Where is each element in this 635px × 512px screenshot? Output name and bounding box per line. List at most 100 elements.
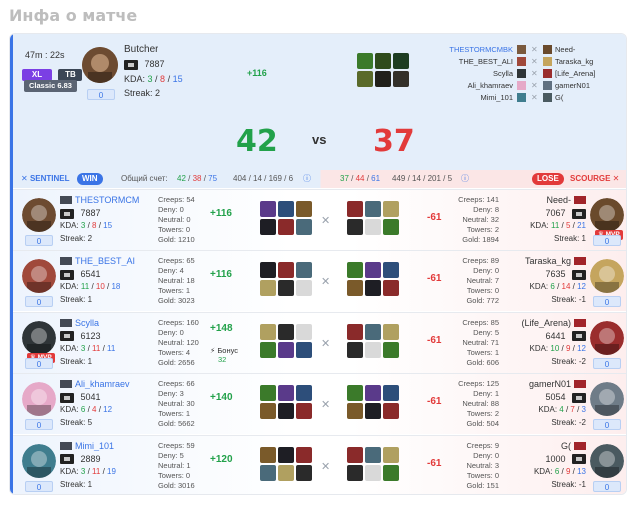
item-icon (383, 385, 399, 402)
scourge-total-kda: 37 / 44 / 61 (340, 174, 381, 183)
sentinel-player-items (260, 201, 312, 235)
scourge-player-avatar[interactable] (590, 443, 624, 478)
item-icon (347, 219, 363, 235)
sentinel-list-player[interactable]: Ali_khamraev (433, 80, 513, 92)
scourge-list-player[interactable]: [Life_Arena] (555, 68, 625, 80)
scourge-player-pill[interactable]: 0 (593, 357, 621, 369)
sentinel-list-player[interactable]: THESTORMCMBK (433, 44, 513, 56)
item-icon (260, 219, 276, 235)
scourge-player-pill[interactable]: 0 (593, 296, 621, 308)
best-player-items (357, 53, 409, 87)
scourge-list-player[interactable]: Taraska_kg (555, 56, 625, 68)
sentinel-player-streak: Streak: 5 (60, 418, 93, 428)
player-row: 0 THESTORMCM 7887 KDA: 3 / 8 / 15 Streak… (13, 189, 626, 250)
mini-avatar (543, 57, 552, 66)
sentinel-player-delta: +140 (210, 392, 233, 404)
item-icon (260, 201, 276, 217)
scourge-player-streak: Streak: -2 (551, 418, 586, 428)
scourge-player-items (347, 446, 399, 481)
mini-avatar (517, 57, 526, 66)
player-row: 0 THE_BEST_AI 6541 KDA: 11 / 10 / 18 Str… (13, 250, 626, 312)
sentinel-player-avatar[interactable] (22, 443, 56, 478)
sentinel-player-name[interactable]: THESTORMCM (75, 195, 145, 205)
sentinel-player-pill[interactable]: 0 (25, 357, 53, 369)
sentinel-player-stats: Creeps: 54 Deny: 0 Neutral: 0 Towers: 0 … (158, 195, 195, 244)
item-icon (260, 280, 276, 297)
flag-icon (574, 441, 586, 450)
sentinel-player-avatar[interactable] (22, 320, 56, 355)
item-icon (375, 53, 391, 69)
totals-bar: ✕ SENTINEL WIN Общий счет: 42 / 38 / 75 … (13, 170, 626, 188)
item-icon (383, 446, 399, 463)
sentinel-list-player[interactable]: Mimi_101 (433, 92, 513, 104)
sentinel-player-name[interactable]: Scylla (75, 318, 145, 328)
scourge-player-pill[interactable]: 0 (593, 480, 621, 492)
total-score-label: Общий счет: (121, 174, 168, 183)
item-icon (278, 385, 294, 402)
sentinel-player-avatar[interactable] (22, 382, 56, 417)
scourge-player-name[interactable]: G( (503, 441, 571, 451)
scourge-player-avatar[interactable] (590, 320, 624, 355)
sentinel-player-kda: KDA: 3 / 11 / 11 (60, 343, 116, 353)
item-icon (365, 464, 381, 481)
sentinel-player-name[interactable]: THE_BEST_AI (75, 256, 145, 266)
item-icon (383, 201, 399, 217)
item-icon (296, 341, 312, 358)
sentinel-player-rating-wrap: 7887 (60, 208, 101, 219)
sentinel-list-player[interactable]: THE_BEST_ALI (433, 56, 513, 68)
rank-icon (572, 270, 586, 281)
item-icon (383, 341, 399, 358)
sentinel-list: THESTORMCMBK THE_BEST_ALI Scylla Ali_kha… (433, 44, 513, 104)
item-icon (365, 262, 381, 279)
scourge-player-delta: -61 (427, 212, 442, 223)
item-icon (347, 262, 363, 279)
item-icon (296, 201, 312, 217)
sentinel-list-avatars (517, 44, 527, 102)
sentinel-player-stats: Creeps: 65 Deny: 4 Neutral: 18 Towers: 1… (158, 256, 195, 306)
item-icon (278, 464, 294, 481)
scourge-player-name[interactable]: (Life_Arena) (503, 318, 571, 328)
scourge-player-items (347, 323, 399, 358)
sentinel-player-avatar[interactable] (22, 198, 56, 232)
scourge-player-name[interactable]: gamerN01 (503, 379, 571, 389)
item-icon (347, 464, 363, 481)
item-icon (296, 262, 312, 279)
scourge-list-player[interactable]: G( (555, 92, 625, 104)
sentinel-list-player[interactable]: Scylla (433, 68, 513, 80)
sentinel-player-items (260, 385, 312, 420)
scourge-player-delta: -61 (427, 396, 442, 408)
sentinel-player-name[interactable]: Mimi_101 (75, 441, 145, 451)
scourge-player-name[interactable]: Need- (503, 195, 571, 205)
scourge-player-pill[interactable]: 0 (593, 419, 621, 431)
sentinel-player-pill[interactable]: 0 (25, 235, 53, 246)
best-player-name[interactable]: Butcher (124, 44, 158, 55)
sentinel-player-pill[interactable]: 0 (25, 296, 53, 308)
sentinel-player-name[interactable]: Ali_khamraev (75, 379, 145, 389)
crossed-swords-icon: ✕ (321, 460, 331, 473)
scourge-player-delta: -61 (427, 273, 442, 285)
best-player-pill[interactable]: 0 (87, 89, 115, 100)
scourge-player-avatar[interactable] (590, 382, 624, 417)
scourge-player-avatar[interactable] (590, 259, 624, 294)
scourge-player-items (347, 385, 399, 420)
rank-icon (572, 392, 586, 403)
item-icon (260, 341, 276, 358)
item-icon (383, 403, 399, 420)
item-icon (260, 403, 276, 420)
sentinel-player-rating-wrap: 6541 (60, 269, 101, 281)
scourge-player-pill[interactable]: 0 (593, 235, 621, 246)
item-icon (365, 280, 381, 297)
sentinel-player-kda: KDA: 6 / 4 / 12 (60, 405, 113, 415)
scourge-player-name[interactable]: Taraska_kg (503, 256, 571, 266)
best-player-avatar[interactable] (82, 47, 118, 83)
info-icon[interactable]: ⓘ (461, 170, 469, 188)
item-icon (393, 71, 409, 87)
sentinel-player-pill[interactable]: 0 (25, 419, 53, 431)
sentinel-player-avatar[interactable] (22, 259, 56, 294)
scourge-list-player[interactable]: gamerN01 (555, 80, 625, 92)
scourge-player-delta: -61 (427, 457, 442, 469)
info-icon[interactable]: ⓘ (303, 170, 311, 188)
scourge-list-player[interactable]: Need- (555, 44, 625, 56)
scourge-player-avatar[interactable] (590, 198, 624, 232)
sentinel-player-pill[interactable]: 0 (25, 480, 53, 492)
